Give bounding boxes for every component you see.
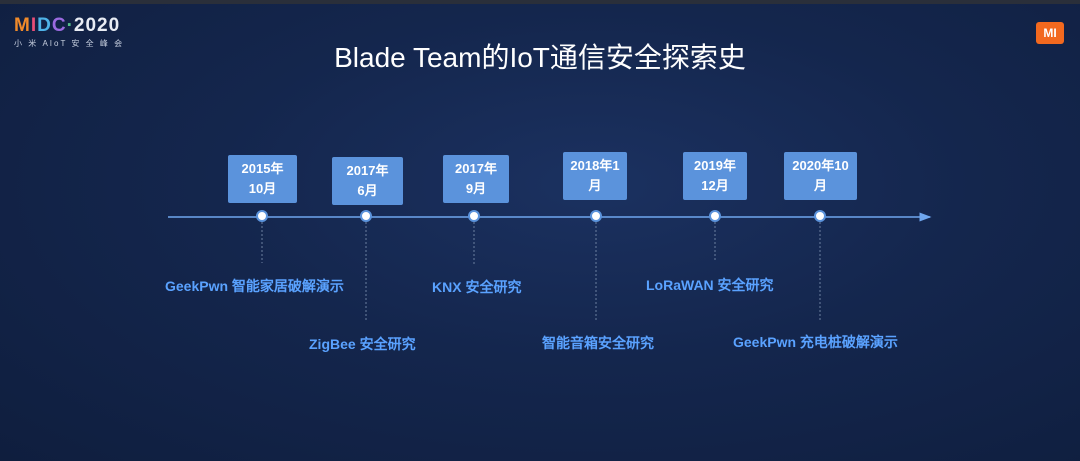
- timeline-event-label: ZigBee 安全研究: [309, 336, 416, 352]
- timeline-date-line2: 10月: [248, 181, 277, 196]
- timeline-date-box: 2015年 10月: [228, 155, 297, 203]
- timeline-date-line1: 2017年: [346, 163, 389, 178]
- timeline-event-label: KNX 安全研究: [432, 279, 522, 295]
- timeline-event-label: 智能音箱安全研究: [542, 335, 654, 351]
- timeline-dot: [256, 210, 268, 222]
- timeline-date-line2: 6月: [357, 183, 378, 198]
- timeline-date-line1: 2020年10: [792, 158, 849, 173]
- timeline-dot: [814, 210, 826, 222]
- timeline-date-line1: 2015年: [241, 161, 284, 176]
- timeline-date-box: 2018年1 月: [563, 152, 627, 200]
- timeline-date-line2: 月: [588, 178, 602, 193]
- timeline-date-line1: 2019年: [694, 158, 736, 173]
- timeline-date-box: 2017年 9月: [443, 155, 509, 203]
- timeline-event-label: GeekPwn 智能家居破解演示: [165, 278, 344, 294]
- timeline-date-line2: 月: [813, 178, 827, 193]
- timeline-date-line1: 2017年: [455, 161, 497, 176]
- timeline-date-line1: 2018年1: [570, 158, 620, 173]
- timeline-date-box: 2019年 12月: [683, 152, 747, 200]
- timeline-date-box: 2020年10 月: [784, 152, 857, 200]
- timeline-dot: [468, 210, 480, 222]
- timeline-date-box: 2017年 6月: [332, 157, 403, 205]
- timeline-event-label: GeekPwn 充电桩破解演示: [733, 334, 898, 350]
- timeline-dot: [709, 210, 721, 222]
- timeline-dot: [360, 210, 372, 222]
- timeline-dot: [590, 210, 602, 222]
- timeline-date-line2: 9月: [465, 181, 487, 196]
- timeline-graphic: [168, 210, 932, 320]
- timeline-date-line2: 12月: [701, 178, 729, 193]
- timeline-event-label: LoRaWAN 安全研究: [646, 277, 774, 293]
